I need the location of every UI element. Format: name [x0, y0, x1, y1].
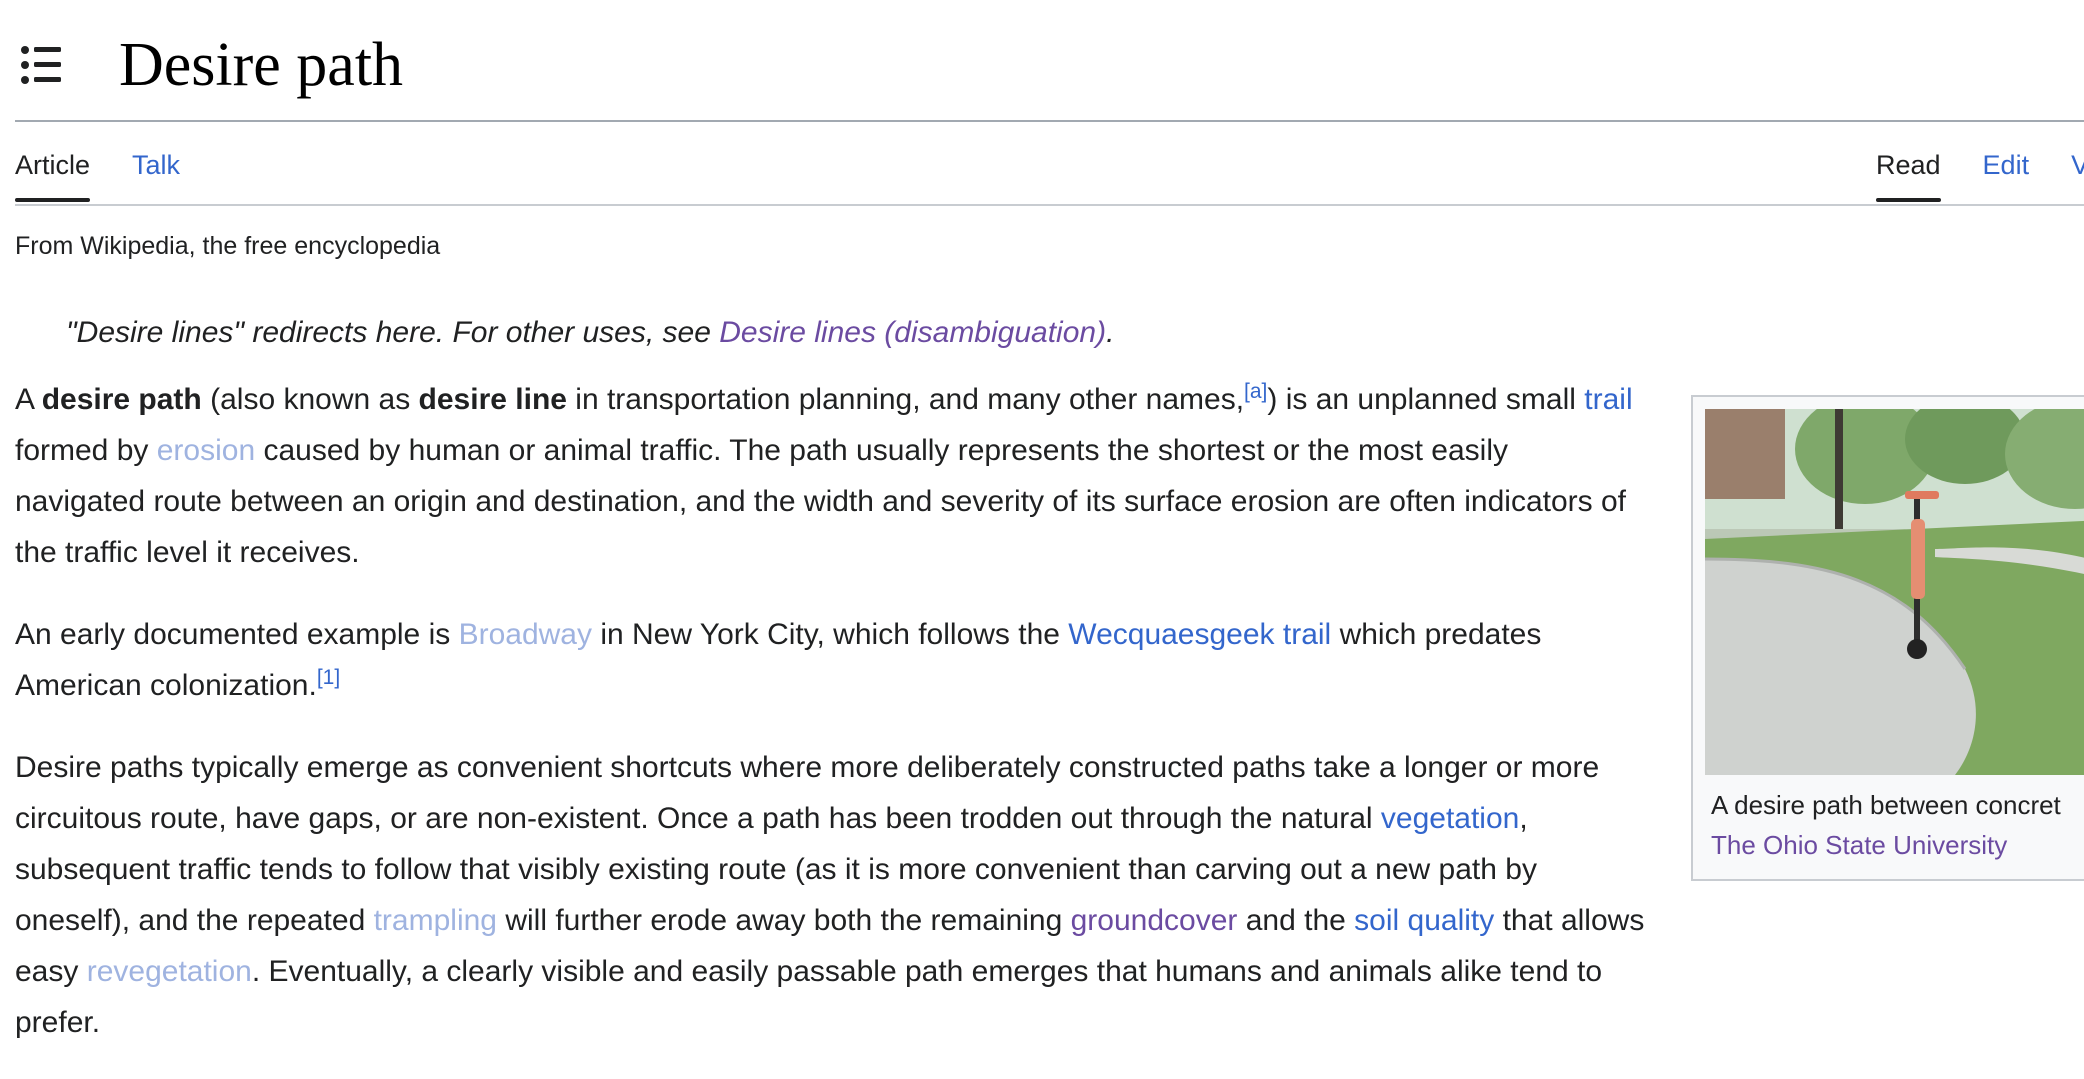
text: (also known as: [201, 383, 419, 416]
hatnote-end: .: [1106, 316, 1115, 349]
page-title: Desire path: [119, 31, 404, 99]
view-tabs: Read Edit V: [1876, 150, 2084, 202]
link-revegetation[interactable]: revegetation: [87, 955, 252, 988]
tab-read[interactable]: Read: [1876, 150, 1941, 202]
link-wecquaesgeek-trail[interactable]: Wecquaesgeek trail: [1068, 618, 1331, 651]
link-vegetation[interactable]: vegetation: [1381, 802, 1519, 835]
title-divider: [15, 120, 2084, 122]
footnote-ref[interactable]: [1]: [317, 666, 340, 689]
text: Desire paths typically emerge as conveni…: [15, 751, 1600, 835]
link-trail[interactable]: trail: [1584, 383, 1632, 416]
link-soil-quality[interactable]: soil quality: [1354, 904, 1494, 937]
text: and the: [1237, 904, 1355, 937]
disambiguation-link[interactable]: Desire lines (disambiguation): [719, 316, 1106, 349]
link-ohio-state-university[interactable]: The Ohio State University: [1711, 830, 2007, 860]
tab-talk[interactable]: Talk: [132, 150, 180, 200]
tab-article[interactable]: Article: [15, 150, 91, 202]
text: in transportation planning, and many oth…: [566, 383, 1245, 416]
tabs-divider: [15, 204, 2084, 206]
paragraph-intro: A desire path (also known as desire line…: [15, 374, 1645, 578]
thumbnail-caption: A desire path between concret The Ohio St…: [1711, 785, 2061, 865]
text: ) is an unplanned small: [1267, 383, 1585, 416]
text: caused by human or animal traffic. The p…: [15, 434, 1627, 569]
text: A: [15, 383, 42, 416]
photo-illustration: [1705, 409, 2084, 775]
caption-text: A desire path between concret: [1711, 790, 2061, 820]
bold-term: desire line: [418, 383, 567, 416]
tab-edit[interactable]: Edit: [1983, 150, 2030, 200]
hatnote: "Desire lines" redirects here. For other…: [66, 316, 1114, 350]
thumbnail-figure: A desire path between concret The Ohio St…: [1691, 395, 2084, 881]
hatnote-text: "Desire lines" redirects here. For other…: [66, 316, 720, 349]
link-broadway[interactable]: Broadway: [459, 618, 592, 651]
article-body: A desire path (also known as desire line…: [15, 374, 1645, 1079]
paragraph-emergence: Desire paths typically emerge as conveni…: [15, 742, 1645, 1048]
site-tagline: From Wikipedia, the free encyclopedia: [15, 232, 441, 260]
text: formed by: [15, 434, 157, 467]
link-groundcover[interactable]: groundcover: [1071, 904, 1238, 937]
bold-term: desire path: [41, 383, 202, 416]
link-erosion[interactable]: erosion: [157, 434, 255, 467]
tab-view-history[interactable]: V: [2071, 150, 2084, 200]
text: in New York City, which follows the: [591, 618, 1069, 651]
namespace-tabs: Article Talk: [15, 150, 222, 202]
text: . Eventually, a clearly visible and easi…: [15, 955, 1603, 1039]
text: An early documented example is: [15, 618, 459, 651]
footnote-ref[interactable]: [a]: [1244, 380, 1267, 403]
paragraph-example: An early documented example is Broadway …: [15, 609, 1645, 711]
text: will further erode away both the remaini…: [496, 904, 1071, 937]
table-of-contents-icon[interactable]: [20, 44, 62, 86]
link-trampling[interactable]: trampling: [374, 904, 497, 937]
desire-path-photo[interactable]: [1705, 409, 2084, 775]
